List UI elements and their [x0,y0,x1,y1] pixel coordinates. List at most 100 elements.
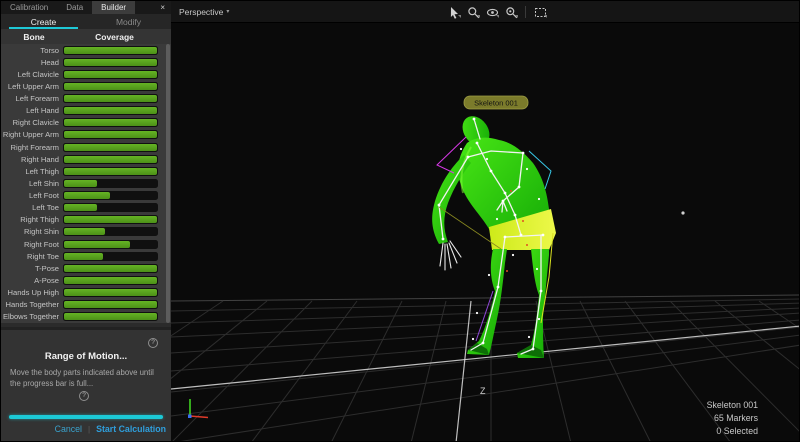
panel-buttons: Cancel | Start Calculation [55,424,166,434]
help-icon[interactable]: ? [148,338,158,348]
coverage-bar [63,155,158,164]
coverage-bar-fill [64,241,130,248]
bone-label: Right Forearm [1,143,63,152]
zoom-selected-icon[interactable] [504,5,518,19]
bone-coverage-list: Torso Head Left Clavicle Left Up [1,44,171,323]
toolbar-divider [525,6,526,18]
hand-fingers [440,241,461,270]
cancel-button[interactable]: Cancel [55,424,82,434]
bone-label: Right Clavicle [1,118,63,127]
bone-label: Hands Up High [1,288,63,297]
camera-view-dropdown[interactable]: Perspective ▾ [171,7,229,17]
bone-row: Left Hand [1,105,171,117]
camera-view-label: Perspective [179,7,223,17]
bone-row: Right Clavicle [1,117,171,129]
select-cursor-icon[interactable] [447,5,461,19]
bone-label: Right Toe [1,252,63,261]
coverage-bar-fill [64,59,157,66]
orbit-eye-icon[interactable] [485,5,499,19]
coverage-bar-fill [64,168,157,175]
coverage-bar [63,179,158,188]
coverage-bar-fill [64,313,157,320]
coverage-bar [63,94,158,103]
coverage-bar [63,300,158,309]
coverage-bar [63,203,158,212]
skeleton-name-tag[interactable]: Skeleton 001 [464,96,528,109]
bone-row: Elbows Together [1,311,171,323]
coverage-bar [63,167,158,176]
coverage-bar [63,46,158,55]
calibration-progress-bar [9,415,163,419]
viewport-tools [447,1,547,23]
status-marker-count: 65 Markers [707,412,758,425]
marquee-select-icon[interactable] [533,5,547,19]
tab-calibration[interactable]: Calibration [1,1,57,14]
calibration-progress-fill [9,415,163,419]
bone-row: Right Shin [1,226,171,238]
coverage-bar-fill [64,95,157,102]
bone-row: Left Foot [1,190,171,202]
bone-label: Left Hand [1,106,63,115]
tab-data[interactable]: Data [57,1,92,14]
coverage-bar-fill [64,289,157,296]
bone-row: Left Thigh [1,165,171,177]
status-selected-count: 0 Selected [707,425,758,438]
bone-row: Left Clavicle [1,68,171,80]
coverage-bar [63,191,158,200]
subtab-create[interactable]: Create [1,14,86,29]
3d-viewport[interactable]: Perspective ▾ [171,1,800,442]
tab-builder[interactable]: Builder [92,1,135,14]
bone-label: Left Clavicle [1,70,63,79]
builder-sidebar: Calibration Data Builder × Create Modify… [1,1,171,442]
coverage-bar-fill [64,71,157,78]
unlabeled-marker-dot[interactable] [681,211,684,214]
start-calculation-button[interactable]: Start Calculation [96,424,166,434]
help-icon[interactable]: ? [79,391,89,401]
bone-label: A-Pose [1,276,63,285]
bone-label: Left Thigh [1,167,63,176]
builder-mode-tabs: Create Modify [1,14,171,29]
skeleton-model[interactable] [432,111,556,358]
chevron-down-icon: ▾ [226,8,229,15]
coverage-bar [63,106,158,115]
coverage-bar [63,227,158,236]
coverage-bar [63,215,158,224]
bone-row: Left Forearm [1,93,171,105]
bone-label: Left Upper Arm [1,82,63,91]
sidebar-tabstrip: Calibration Data Builder × [1,1,171,14]
sidebar-scrollbar[interactable] [166,44,170,323]
coverage-bar [63,58,158,67]
coverage-bar-fill [64,228,105,235]
bone-label: Right Thigh [1,215,63,224]
subtab-modify[interactable]: Modify [86,14,171,29]
z-axis-line [456,301,471,442]
bone-label: Right Shin [1,227,63,236]
zoom-icon[interactable] [466,5,480,19]
close-icon[interactable]: × [154,1,171,14]
coverage-bar [63,130,158,139]
coverage-bar-fill [64,216,157,223]
bone-label: Left Foot [1,191,63,200]
coverage-bar-fill [64,47,157,54]
skeleton-name-label: Skeleton 001 [474,99,518,108]
panel-title: Range of Motion... [1,351,171,362]
status-skeleton-name: Skeleton 001 [707,399,758,412]
bone-row: Right Upper Arm [1,129,171,141]
coverage-bar-fill [64,107,157,114]
motive-window: Calibration Data Builder × Create Modify… [0,0,800,442]
bone-label: Head [1,58,63,67]
button-divider: | [88,425,90,434]
coverage-bar-fill [64,144,157,151]
coverage-bar [63,82,158,91]
3d-scene[interactable]: Z [171,23,800,442]
scrollbar-thumb[interactable] [166,44,170,323]
coverage-bar-fill [64,277,157,284]
coverage-bar-fill [64,131,157,138]
panel-description: Move the body parts indicated above unti… [1,367,171,389]
bone-row: Torso [1,44,171,56]
coverage-bar-fill [64,156,157,163]
coverage-bar-fill [64,253,103,260]
bone-row: Left Toe [1,202,171,214]
bone-label: Left Toe [1,203,63,212]
range-of-motion-panel: ? Range of Motion... Move the body parts… [1,327,171,442]
